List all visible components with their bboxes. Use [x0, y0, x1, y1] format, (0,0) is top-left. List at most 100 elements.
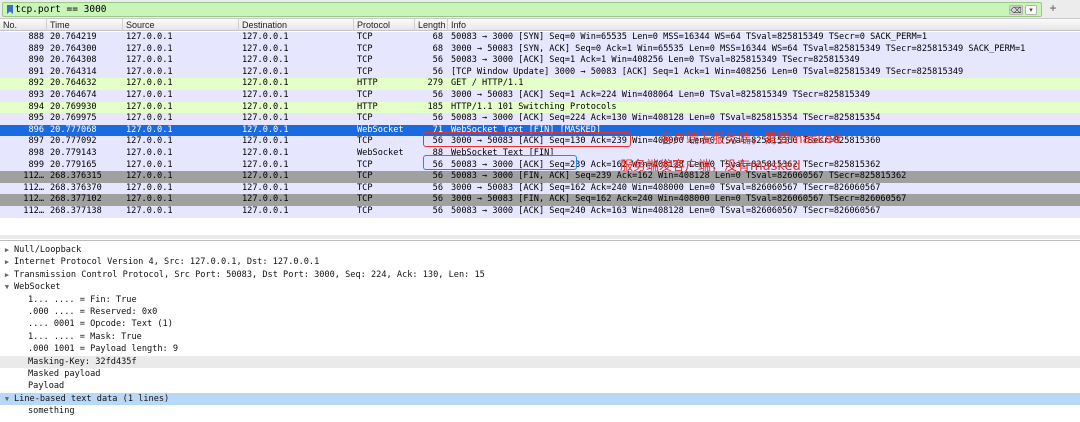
detail-tree-item[interactable]: .000 .... = Reserved: 0x0 — [0, 306, 1080, 319]
packet-proto-cell: TCP — [357, 194, 373, 205]
packet-proto-cell: TCP — [357, 66, 373, 77]
packet-details-pane[interactable]: ▶ Null/Loopback ▶ Internet Protocol Version… — [0, 240, 1080, 422]
packet-len-cell: 68 — [432, 32, 443, 42]
detail-text: .000 1001 = Payload length: 9 — [28, 344, 179, 355]
packet-time-cell: 20.764308 — [50, 55, 97, 66]
packet-row[interactable]: 893 20.764674 127.0.0.1 127.0.0.1 TCP 56 3000 … — [0, 89, 1080, 102]
packet-dst-cell: 127.0.0.1 — [242, 101, 289, 112]
packet-row[interactable]: 112… 268.376370 127.0.0.1 127.0.0.1 TCP 56 300… — [0, 182, 1080, 195]
packet-info-cell: 3000 → 50083 [FIN, ACK] Seq=162 Ack=240 … — [451, 194, 907, 205]
detail-tree-item[interactable]: Masked payload — [0, 368, 1080, 381]
expand-down-icon[interactable]: ▼ — [3, 393, 11, 406]
column-header-destination[interactable]: Destination — [238, 19, 287, 31]
packet-len-cell: 56 — [432, 171, 443, 182]
packet-dst-cell: 127.0.0.1 — [242, 55, 289, 66]
bookmark-icon[interactable] — [6, 5, 14, 14]
packet-row[interactable]: 895 20.769975 127.0.0.1 127.0.0.1 TCP 56 50083… — [0, 113, 1080, 125]
packet-src-cell: 127.0.0.1 — [126, 147, 173, 158]
expand-right-icon[interactable]: ▶ — [3, 244, 11, 257]
packet-proto-cell: TCP — [357, 43, 373, 54]
packet-proto-cell: TCP — [357, 32, 373, 42]
add-filter-button[interactable]: + — [1046, 1, 1060, 16]
clear-filter-button[interactable]: ⌫ — [1009, 5, 1023, 15]
detail-tree-item[interactable]: 1... .... = Mask: True — [0, 331, 1080, 344]
packet-src-cell: 127.0.0.1 — [126, 101, 173, 112]
packet-time-cell: 20.764219 — [50, 32, 97, 42]
packet-time-cell: 268.377138 — [50, 205, 102, 216]
packet-row[interactable]: 890 20.764308 127.0.0.1 127.0.0.1 TCP 56 50083… — [0, 55, 1080, 67]
packet-len-cell: 185 — [427, 101, 443, 112]
detail-tree-item[interactable]: ▶ Internet Protocol Version 4, Src: 127.0… — [0, 256, 1080, 269]
packet-row[interactable]: 112… 268.377102 127.0.0.1 127.0.0.1 TCP 56 300… — [0, 194, 1080, 206]
display-filter-input[interactable]: tcp.port == 3000 ⌫ ▾ — [2, 2, 1042, 17]
detail-tree-item[interactable]: .000 1001 = Payload length: 9 — [0, 343, 1080, 356]
detail-tree-item[interactable]: something — [0, 405, 1080, 418]
packet-time-cell: 20.777068 — [50, 124, 97, 135]
column-header-no[interactable]: No. — [0, 19, 17, 31]
packet-dst-cell: 127.0.0.1 — [242, 159, 289, 170]
detail-tree-item[interactable]: ▶ Null/Loopback — [0, 244, 1080, 257]
detail-text: 1... .... = Mask: True — [28, 331, 142, 342]
column-header-source[interactable]: Source — [122, 19, 155, 31]
packet-proto-cell: WebSocket — [357, 147, 404, 158]
filter-text[interactable]: tcp.port == 3000 — [15, 4, 107, 15]
packet-row[interactable]: 888 20.764219 127.0.0.1 127.0.0.1 TCP 68 50083… — [0, 32, 1080, 44]
packet-len-cell: 56 — [432, 182, 443, 193]
detail-text: Internet Protocol Version 4, Src: 127.0.… — [14, 257, 320, 268]
packet-proto-cell: TCP — [357, 136, 373, 147]
packet-dst-cell: 127.0.0.1 — [242, 147, 289, 158]
column-header-protocol[interactable]: Protocol — [353, 19, 390, 31]
detail-tree-item[interactable]: ▼ WebSocket — [0, 281, 1080, 294]
detail-tree-item[interactable]: 1... .... = Fin: True — [0, 294, 1080, 307]
packet-row[interactable]: 894 20.769930 127.0.0.1 127.0.0.1 HTTP 185 HTT… — [0, 101, 1080, 114]
expand-right-icon[interactable]: ▶ — [3, 256, 11, 269]
packet-dst-cell: 127.0.0.1 — [242, 32, 289, 42]
detail-tree-item[interactable]: Payload — [0, 380, 1080, 393]
detail-text: Payload — [28, 381, 65, 392]
detail-text: .... 0001 = Opcode: Text (1) — [28, 319, 173, 330]
detail-tree-item[interactable]: ▼ Line-based text data (1 lines) — [0, 392, 1080, 406]
packet-src-cell: 127.0.0.1 — [126, 171, 173, 182]
expand-right-icon[interactable]: ▶ — [3, 269, 11, 282]
packet-time-cell: 20.769975 — [50, 113, 97, 124]
column-header-info[interactable]: Info — [447, 19, 466, 31]
packet-list[interactable]: No. Time Source Destination Protocol Len… — [0, 19, 1080, 239]
packet-no-cell: 890 — [28, 55, 44, 66]
packet-len-cell: 56 — [432, 113, 443, 124]
packet-src-cell: 127.0.0.1 — [126, 205, 173, 216]
packet-info-cell: [TCP Window Update] 3000 → 50083 [ACK] S… — [451, 66, 964, 77]
packet-len-cell: 56 — [432, 55, 443, 66]
expand-down-icon[interactable]: ▼ — [3, 281, 11, 294]
packet-src-cell: 127.0.0.1 — [126, 55, 173, 66]
packet-rows: 888 20.764219 127.0.0.1 127.0.0.1 TCP 68 50083… — [0, 32, 1080, 218]
packet-len-cell: 279 — [427, 78, 443, 89]
packet-time-cell: 20.764632 — [50, 78, 97, 89]
packet-no-cell: 891 — [28, 66, 44, 77]
packet-no-cell: 896 — [28, 124, 44, 135]
packet-src-cell: 127.0.0.1 — [126, 32, 173, 42]
packet-row[interactable]: 889 20.764300 127.0.0.1 127.0.0.1 TCP 68 3000 … — [0, 43, 1080, 56]
detail-text: Masked payload — [28, 369, 101, 379]
packet-src-cell: 127.0.0.1 — [126, 89, 173, 100]
filter-history-dropdown[interactable]: ▾ — [1025, 5, 1037, 15]
packet-time-cell: 20.764674 — [50, 89, 97, 100]
detail-tree-item[interactable]: ▶ Transmission Control Protocol, Src Port… — [0, 269, 1080, 282]
detail-tree-item[interactable]: .... 0001 = Opcode: Text (1) — [0, 318, 1080, 331]
detail-text: Transmission Control Protocol, Src Port:… — [14, 269, 485, 280]
packet-len-cell: 56 — [432, 194, 443, 205]
column-header-time[interactable]: Time — [46, 19, 70, 31]
packet-dst-cell: 127.0.0.1 — [242, 113, 289, 124]
packet-len-cell: 56 — [432, 89, 443, 100]
pane-splitter[interactable] — [0, 235, 1080, 239]
column-header-length[interactable]: Length — [414, 19, 446, 31]
packet-info-cell: 3000 → 50083 [SYN, ACK] Seq=0 Ack=1 Win=… — [451, 43, 1026, 54]
packet-no-cell: 897 — [28, 136, 44, 147]
packet-dst-cell: 127.0.0.1 — [242, 205, 289, 216]
packet-row[interactable]: 892 20.764632 127.0.0.1 127.0.0.1 HTTP 279 GET… — [0, 78, 1080, 90]
packet-row[interactable]: 891 20.764314 127.0.0.1 127.0.0.1 TCP 56 [TCP … — [0, 66, 1080, 79]
detail-tree-item[interactable]: Masking-Key: 32fd435f — [0, 355, 1080, 369]
packet-row[interactable]: 112… 268.377138 127.0.0.1 127.0.0.1 TCP 56 500… — [0, 205, 1080, 218]
packet-row[interactable]: 112… 268.376315 127.0.0.1 127.0.0.1 TCP 56 500… — [0, 171, 1080, 183]
packet-src-cell: 127.0.0.1 — [126, 159, 173, 170]
packet-len-cell: 56 — [432, 205, 443, 216]
